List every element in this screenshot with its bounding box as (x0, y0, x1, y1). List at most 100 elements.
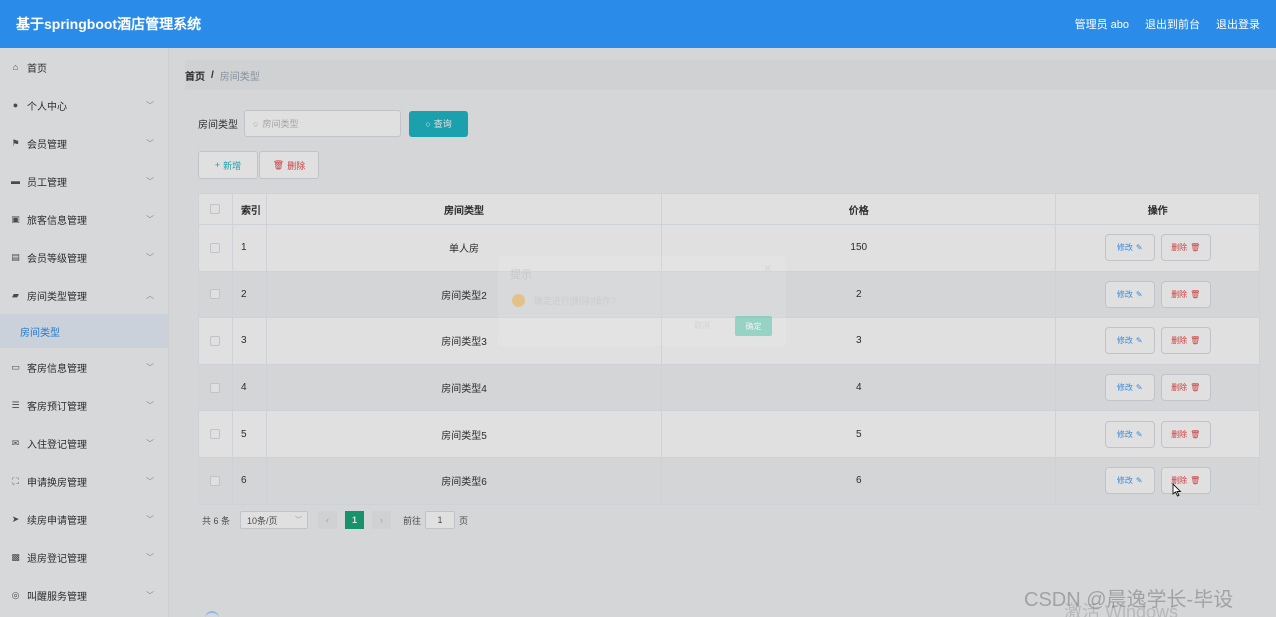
sidebar-item-wakeup[interactable]: ◎ 叫醒服务管理 ﹀ (0, 576, 168, 614)
delete-button[interactable]: 删除 🗑 (1160, 467, 1211, 495)
dialog-cancel-button[interactable]: 取消 (694, 320, 710, 331)
chevron-down-icon: ﹀ (146, 400, 154, 410)
clock-icon: ◎ (11, 589, 20, 600)
sidebar-item-label: 申请换房管理 (27, 477, 87, 489)
search-label: 房间类型 (198, 120, 238, 131)
delete-button[interactable]: 删除 🗑 (1160, 327, 1211, 355)
sidebar-item-room-change[interactable]: ⛶ 申请换房管理 ﹀ (0, 462, 168, 500)
delete-button[interactable]: 删除 🗑 (1160, 420, 1211, 448)
clipboard-icon: ▣ (11, 213, 20, 224)
trash-icon: 🗑 (1190, 243, 1201, 253)
exit-to-front-link[interactable]: 退出到前台 (1145, 16, 1200, 32)
add-button[interactable]: + 新增 (198, 151, 258, 179)
sidebar-item-checkout[interactable]: ▩ 退房登记管理 ﹀ (0, 538, 168, 576)
table-row: 5 房间类型5 5 修改 ✎ 删除 🗑 (199, 410, 1259, 457)
row-index: 1 (233, 225, 267, 271)
sidebar-item-reservations[interactable]: ☰ 客房预订管理 ﹀ (0, 386, 168, 424)
edit-icon: ✎ (1135, 476, 1143, 486)
chevron-down-icon: ﹀ (146, 252, 154, 262)
flag-icon: ⚑ (11, 137, 20, 148)
trash-icon: 🗑 (1190, 289, 1201, 299)
edit-icon: ✎ (1135, 243, 1143, 253)
close-icon[interactable]: ✕ (764, 264, 772, 275)
row-room-type: 房间类型4 (267, 364, 663, 411)
prev-page-button[interactable]: ‹ (318, 511, 338, 529)
table-header: 索引 房间类型 价格 操作 (199, 194, 1259, 224)
total-count: 共 6 条 (202, 515, 231, 526)
chevron-down-icon: ﹀ (146, 214, 154, 224)
edit-icon: ✎ (1135, 383, 1143, 393)
chevron-down-icon: ﹀ (146, 476, 154, 486)
query-button[interactable]: ○ 查询 (409, 110, 468, 137)
row-checkbox[interactable] (210, 429, 221, 440)
breadcrumb: 首页 / 房间类型 (185, 60, 1276, 90)
search-bar: 房间类型 ○ 房间类型 ○ 查询 (198, 110, 468, 137)
sidebar-item-profile[interactable]: ● 个人中心 ﹀ (0, 86, 168, 124)
sidebar-item-room-types[interactable]: ▰ 房间类型管理 ︿ (0, 276, 168, 314)
sidebar-item-staff[interactable]: ▬ 员工管理 ﹀ (0, 162, 168, 200)
page-size-select[interactable]: 10条/页 ﹀ (240, 511, 309, 529)
breadcrumb-home[interactable]: 首页 (185, 68, 205, 83)
monitor-icon: ▬ (11, 176, 20, 186)
page-number-active[interactable]: 1 (345, 511, 365, 529)
mail-icon: ✉ (11, 437, 20, 448)
trash-icon: 🗑 (1190, 383, 1201, 393)
search-placeholder: 房间类型 (262, 119, 299, 129)
header-index: 索引 (233, 194, 267, 224)
goto-page-input[interactable]: 1 (425, 511, 456, 529)
row-checkbox[interactable] (210, 289, 221, 300)
table-row: 6 房间类型6 6 修改 ✎ 删除 🗑 (199, 456, 1259, 504)
edit-button[interactable]: 修改 ✎ (1104, 327, 1155, 355)
dialog-confirm-button[interactable]: 确定 (735, 316, 772, 336)
dialog-title: 提示 (510, 269, 532, 281)
sidebar-item-guests[interactable]: ▣ 旅客信息管理 ﹀ (0, 200, 168, 238)
sidebar-subitem-room-type[interactable]: 房间类型 (0, 314, 168, 348)
sidebar-item-members[interactable]: ⚑ 会员管理 ﹀ (0, 124, 168, 162)
document-icon: ▤ (11, 251, 20, 262)
chevron-down-icon: ﹀ (146, 100, 154, 110)
row-index: 2 (233, 271, 267, 318)
row-checkbox[interactable] (210, 382, 221, 393)
goto-label: 前往 (403, 515, 422, 526)
logout-link[interactable]: 退出登录 (1216, 16, 1260, 32)
chevron-down-icon: ﹀ (146, 552, 154, 562)
edit-button[interactable]: 修改 ✎ (1104, 420, 1155, 448)
chevron-down-icon: ﹀ (146, 590, 154, 600)
row-room-type: 房间类型5 (267, 411, 663, 457)
search-input[interactable]: ○ 房间类型 (244, 110, 401, 137)
header-room-type: 房间类型 (267, 194, 663, 224)
edit-button[interactable]: 修改 ✎ (1104, 280, 1155, 308)
briefcase-icon: ▰ (12, 289, 19, 300)
next-page-button[interactable]: › (372, 511, 392, 529)
sidebar-item-label: 续房申请管理 (27, 515, 87, 527)
delete-button[interactable]: 删除 🗑 (1160, 234, 1211, 262)
sidebar-item-room-info[interactable]: ▭ 客房信息管理 ﹀ (0, 348, 168, 386)
chevron-right-icon: › (380, 515, 384, 525)
sidebar-item-extension[interactable]: ➤ 续房申请管理 ﹀ (0, 500, 168, 538)
user-icon: ● (12, 100, 19, 110)
admin-user-label[interactable]: 管理员 abo (1075, 16, 1129, 32)
row-checkbox[interactable] (210, 335, 221, 346)
plus-icon: + (214, 160, 221, 170)
pagination: 共 6 条 10条/页 ﹀ ‹ 1 › 前往 1 页 (202, 511, 468, 529)
row-checkbox[interactable] (210, 475, 221, 486)
chevron-down-icon: ﹀ (295, 517, 303, 524)
select-all-checkbox[interactable] (210, 204, 221, 214)
edit-button[interactable]: 修改 ✎ (1104, 374, 1155, 402)
edit-button[interactable]: 修改 ✎ (1104, 234, 1155, 262)
action-bar: + 新增 🗑 删除 (198, 151, 319, 179)
page-unit-label: 页 (459, 515, 469, 526)
trash-icon: 🗑 (1190, 476, 1201, 486)
delete-button[interactable]: 删除 🗑 (1160, 374, 1211, 402)
sidebar-item-checkin[interactable]: ✉ 入住登记管理 ﹀ (0, 424, 168, 462)
batch-delete-button[interactable]: 🗑 删除 (259, 151, 319, 179)
sidebar-item-home[interactable]: ⌂ 首页 (0, 48, 168, 86)
edit-button[interactable]: 修改 ✎ (1104, 467, 1155, 495)
dialog-message: 确定进行[删除]操作? (534, 296, 617, 306)
trash-icon: 🗑 (272, 159, 285, 170)
row-checkbox[interactable] (210, 242, 221, 253)
edit-icon: ✎ (1135, 336, 1143, 346)
sidebar-item-member-levels[interactable]: ▤ 会员等级管理 ﹀ (0, 238, 168, 276)
chevron-left-icon: ‹ (326, 515, 330, 525)
delete-button[interactable]: 删除 🗑 (1160, 280, 1211, 308)
